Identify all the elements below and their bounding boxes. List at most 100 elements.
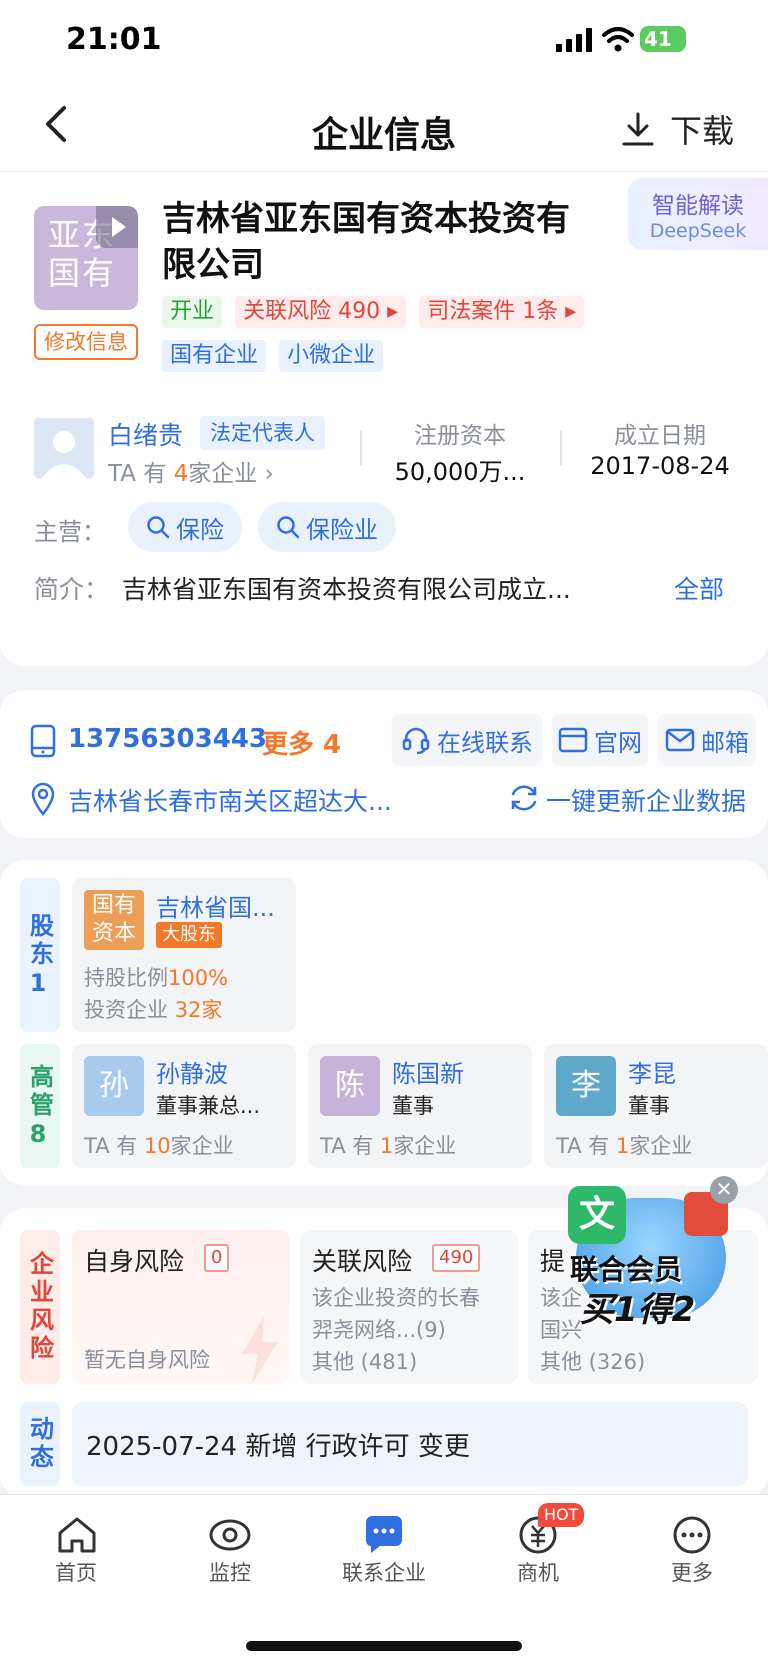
rep-companies-link[interactable]: TA 有 4家企业 › — [108, 454, 274, 488]
manager-role: 董事 — [392, 1094, 434, 1118]
download-icon — [622, 112, 654, 146]
manager-companies: TA 有 1家企业 — [320, 1134, 457, 1158]
headset-icon — [402, 727, 430, 755]
manager-companies: TA 有 1家企业 — [556, 1134, 693, 1158]
manager-role: 董事 — [628, 1094, 670, 1118]
home-icon — [58, 1517, 96, 1553]
tab-home-label: 首页 — [55, 1561, 97, 1585]
eye-icon — [209, 1519, 251, 1551]
related-risk-desc-line1: 该企业投资的长春 — [312, 1286, 480, 1310]
manager-avatar: 李 — [556, 1056, 616, 1116]
manager-name[interactable]: 孙静波 — [156, 1054, 228, 1089]
manager-card[interactable]: 陈陈国新 董事 TA 有 1家企业 — [308, 1044, 532, 1168]
rep-role-tag: 法定代表人 — [200, 416, 325, 450]
company-name-line2: 限公司 — [162, 245, 264, 285]
shareholder-name[interactable]: 吉林省国... — [156, 888, 275, 923]
online-contact-button[interactable]: 在线联系 — [392, 714, 542, 766]
business-tag-insurance[interactable]: 保险 — [128, 502, 242, 552]
edit-info-button[interactable]: 修改信息 — [34, 324, 138, 360]
state-capital-badge: 国有 资本 — [84, 890, 144, 950]
download-button[interactable]: 下载 — [620, 106, 734, 152]
self-risk-count: 0 — [204, 1244, 230, 1272]
website-button[interactable]: 官网 — [552, 714, 648, 766]
chat-icon — [366, 1516, 402, 1553]
battery-icon: 41 — [640, 26, 686, 52]
related-risk-tag[interactable]: 关联风险 490 ▸ — [235, 296, 407, 328]
related-risk-count: 490 — [432, 1244, 481, 1272]
state-owned-tag: 国有企业 — [162, 340, 267, 372]
phone-icon — [30, 724, 56, 758]
rep-avatar[interactable] — [34, 418, 94, 478]
more-phones-link[interactable]: 更多 4 — [262, 724, 341, 761]
manager-name[interactable]: 陈国新 — [392, 1054, 464, 1089]
chevron-right-icon: › — [264, 461, 274, 487]
tab-more-label: 更多 — [671, 1561, 713, 1585]
lightning-icon — [242, 1316, 278, 1384]
search-icon — [147, 516, 170, 539]
manager-name[interactable]: 李昆 — [628, 1054, 676, 1089]
related-risk-title: 关联风险 — [312, 1247, 413, 1276]
managers-label[interactable]: 高管 8 — [20, 1044, 60, 1168]
self-risk-card[interactable]: 自身风险 0 暂无自身风险 — [72, 1230, 290, 1384]
promo-line3: 买1得2 — [580, 1290, 696, 1330]
warning-risk-title: 提 — [540, 1247, 566, 1276]
manager-card[interactable]: 孙孙静波 董事兼总... TA 有 10家企业 — [72, 1044, 296, 1168]
founded-label: 成立日期 — [614, 423, 706, 449]
status-bar: 21:01 41 — [0, 0, 768, 84]
founded-value: 2017-08-24 — [590, 452, 730, 480]
address-text[interactable]: 吉林省长春市南关区超达大... — [68, 782, 428, 818]
manager-count: 8 — [29, 1120, 51, 1148]
refresh-data-button[interactable]: 一键更新企业数据 — [546, 782, 746, 818]
contact-card: 13756303443 更多 4 在线联系 官网 邮箱 吉林省长春市南关区超达大… — [0, 690, 768, 838]
tab-business-label: 商机 — [517, 1561, 559, 1585]
related-risk-other: 其他 (481) — [312, 1350, 418, 1374]
status-tag: 开业 — [162, 296, 223, 328]
self-risk-title: 自身风险 — [84, 1247, 185, 1276]
hot-badge: HOT — [538, 1503, 585, 1527]
intro-label: 简介： — [34, 575, 110, 604]
manager-card[interactable]: 李李昆董事 TA 有 1家企业 — [544, 1044, 768, 1168]
main-business-label: 主营： — [34, 518, 106, 546]
rep-name[interactable]: 白绪贵 — [108, 416, 183, 452]
location-icon — [31, 782, 55, 816]
people-card: 股东 1 国有 资本 吉林省国... 大股东 持股比例100% 投资企业 32家… — [0, 860, 768, 1186]
phone-number[interactable]: 13756303443 — [68, 724, 267, 754]
dynamics-label[interactable]: 动态 — [20, 1402, 60, 1486]
ai-title: 智能解读 — [652, 193, 744, 219]
capital-value: 50,000万... — [394, 458, 526, 486]
divider — [560, 430, 562, 466]
logo-text-line2: 国有 — [48, 254, 117, 292]
status-time: 21:01 — [66, 22, 162, 57]
invested-companies: 投资企业 32家 — [84, 998, 223, 1022]
manager-avatar: 孙 — [84, 1056, 144, 1116]
shareholder-count: 1 — [29, 969, 51, 997]
wifi-icon — [602, 27, 634, 52]
court-case-tag[interactable]: 司法案件 1条 ▸ — [419, 296, 585, 328]
home-indicator — [246, 1641, 522, 1651]
dynamics-banner[interactable]: 2025-07-24 新增 行政许可 变更 — [72, 1402, 748, 1486]
refresh-icon — [511, 785, 537, 811]
company-tags-row2: 国有企业 小微企业 — [162, 340, 391, 372]
rep-company-count: 4 — [173, 461, 189, 487]
email-button[interactable]: 邮箱 — [658, 714, 756, 766]
intro-all-link[interactable]: 全部 — [674, 570, 724, 606]
shareholders-label[interactable]: 股东 1 — [20, 878, 60, 1032]
mail-icon — [665, 728, 695, 752]
more-icon — [673, 1516, 711, 1554]
download-label: 下载 — [670, 112, 735, 150]
battery-level: 41 — [644, 27, 672, 51]
intro-text: 吉林省亚东国有资本投资有限公司成立... — [122, 575, 571, 604]
risk-label[interactable]: 企业风险 — [20, 1230, 60, 1384]
search-icon — [277, 516, 300, 539]
related-risk-card[interactable]: 关联风险 490 该企业投资的长春 羿尧网络...(9) 其他 (481) — [300, 1230, 518, 1384]
close-icon[interactable]: ✕ — [710, 1176, 738, 1204]
video-icon[interactable] — [96, 206, 138, 248]
tab-contact-label: 联系企业 — [342, 1561, 426, 1585]
shareholder-card[interactable]: 国有 资本 吉林省国... 大股东 持股比例100% 投资企业 32家 — [72, 878, 296, 1032]
screen: 21:01 41 企业信息 下载 亚东 国有 修改信息 吉林省亚东国有资本投资有… — [0, 0, 768, 1663]
promo-logo: 文 — [568, 1186, 626, 1244]
ai-interpret-button[interactable]: 智能解读 DeepSeek — [628, 178, 768, 250]
manager-companies: TA 有 10家企业 — [84, 1134, 234, 1158]
company-tags-row1: 开业 关联风险 490 ▸ 司法案件 1条 ▸ — [162, 296, 592, 328]
business-tag-insurance-industry[interactable]: 保险业 — [258, 502, 396, 552]
